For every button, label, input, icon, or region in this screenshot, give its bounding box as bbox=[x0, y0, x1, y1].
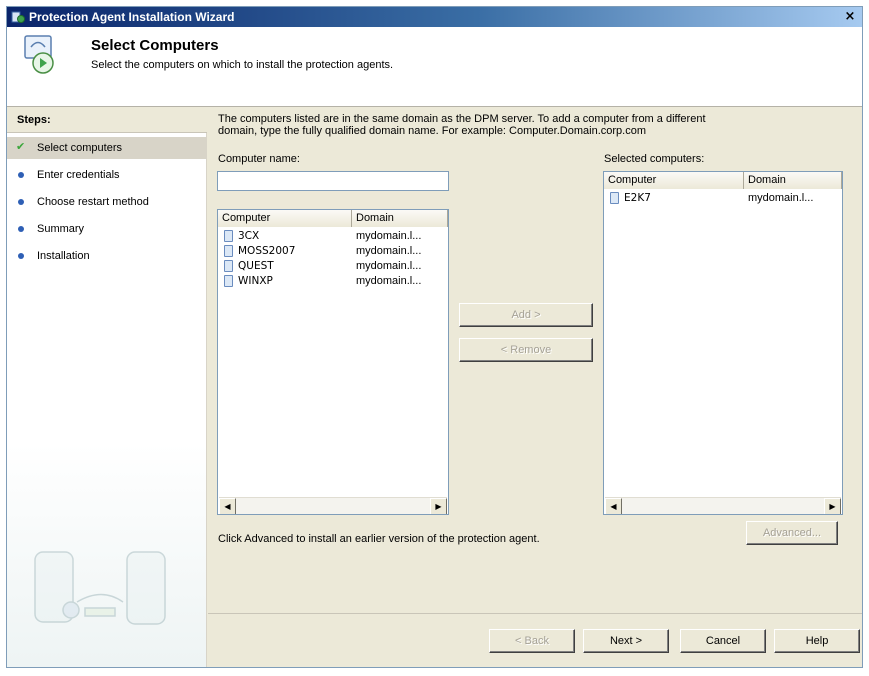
step-choose-restart-method: Choose restart method bbox=[7, 191, 207, 213]
step-enter-credentials: Enter credentials bbox=[7, 164, 207, 186]
step-label: Summary bbox=[37, 223, 85, 235]
advanced-button[interactable]: Advanced... bbox=[746, 521, 838, 545]
computer-name: E2K7 bbox=[624, 192, 651, 204]
list-header: Computer Domain bbox=[604, 172, 842, 189]
step-summary: Summary bbox=[7, 218, 207, 240]
list-item[interactable]: E2K7 mydomain.l... bbox=[604, 191, 842, 206]
computer-name-label: Computer name: bbox=[218, 153, 300, 165]
steps-panel: Steps: ✔ Select computers Enter credenti… bbox=[7, 107, 207, 667]
list-item[interactable]: 3CX mydomain.l... bbox=[218, 229, 448, 244]
wizard-footer: < Back Next > Cancel Help bbox=[208, 613, 862, 667]
step-label: Installation bbox=[37, 250, 90, 262]
computer-icon bbox=[224, 230, 233, 242]
computer-icon bbox=[224, 275, 233, 287]
selected-computers-label: Selected computers: bbox=[604, 153, 705, 165]
computer-name: 3CX bbox=[238, 230, 260, 242]
computer-icon bbox=[224, 245, 233, 257]
list-item[interactable]: MOSS2007 mydomain.l... bbox=[218, 244, 448, 259]
window-title: Protection Agent Installation Wizard bbox=[29, 10, 235, 24]
computer-domain: mydomain.l... bbox=[748, 192, 814, 204]
help-button[interactable]: Help bbox=[774, 629, 860, 653]
computer-name-input[interactable] bbox=[217, 171, 449, 191]
main-content: The computers listed are in the same dom… bbox=[208, 107, 862, 613]
step-label: Select computers bbox=[37, 142, 122, 154]
wizard-header: Select Computers Select the computers on… bbox=[7, 27, 862, 107]
advanced-note: Click Advanced to install an earlier ver… bbox=[218, 533, 540, 545]
cancel-button[interactable]: Cancel bbox=[680, 629, 766, 653]
column-domain[interactable]: Domain bbox=[744, 172, 842, 189]
wizard-window: Protection Agent Installation Wizard × S… bbox=[6, 6, 863, 668]
arrow-left-icon[interactable]: ◀ bbox=[605, 498, 622, 514]
back-button[interactable]: < Back bbox=[489, 629, 575, 653]
close-button[interactable]: × bbox=[842, 9, 858, 24]
info-text: The computers listed are in the same dom… bbox=[218, 113, 848, 137]
check-icon: ✔ bbox=[16, 140, 26, 153]
step-label: Choose restart method bbox=[37, 196, 149, 208]
available-computers-list[interactable]: Computer Domain 3CX mydomain.l... MOSS20… bbox=[217, 209, 449, 515]
computer-name: MOSS2007 bbox=[238, 245, 296, 257]
column-computer[interactable]: Computer bbox=[604, 172, 744, 189]
horizontal-scrollbar[interactable]: ◀ ▶ bbox=[219, 497, 447, 514]
arrow-right-icon[interactable]: ▶ bbox=[430, 498, 447, 514]
bullet-icon bbox=[18, 199, 24, 205]
computer-icon bbox=[610, 192, 619, 204]
computer-icon bbox=[224, 260, 233, 272]
step-label: Enter credentials bbox=[37, 169, 120, 181]
list-item[interactable]: QUEST mydomain.l... bbox=[218, 259, 448, 274]
bullet-icon bbox=[18, 253, 24, 259]
wizard-icon bbox=[11, 11, 25, 23]
column-domain[interactable]: Domain bbox=[352, 210, 448, 227]
computer-domain: mydomain.l... bbox=[356, 275, 422, 287]
bullet-icon bbox=[18, 172, 24, 178]
bullet-icon bbox=[18, 226, 24, 232]
list-header: Computer Domain bbox=[218, 210, 448, 227]
title-bar[interactable]: Protection Agent Installation Wizard × bbox=[7, 7, 862, 27]
selected-computers-list[interactable]: Computer Domain E2K7 mydomain.l... ◀ ▶ bbox=[603, 171, 843, 515]
info-line-2: domain, type the fully qualified domain … bbox=[218, 125, 646, 137]
add-button[interactable]: Add > bbox=[459, 303, 593, 327]
computer-domain: mydomain.l... bbox=[356, 260, 422, 272]
servers-illustration bbox=[34, 551, 166, 625]
remove-button[interactable]: < Remove bbox=[459, 338, 593, 362]
computer-domain: mydomain.l... bbox=[356, 230, 422, 242]
arrow-left-icon[interactable]: ◀ bbox=[219, 498, 236, 514]
computer-name: WINXP bbox=[238, 275, 273, 287]
page-title: Select Computers bbox=[91, 37, 219, 54]
computer-install-icon bbox=[24, 35, 54, 74]
arrow-right-icon[interactable]: ▶ bbox=[824, 498, 841, 514]
computer-domain: mydomain.l... bbox=[356, 245, 422, 257]
step-select-computers: ✔ Select computers bbox=[7, 137, 207, 159]
page-subtitle: Select the computers on which to install… bbox=[91, 59, 394, 71]
steps-heading: Steps: bbox=[7, 107, 207, 133]
info-line-1: The computers listed are in the same dom… bbox=[218, 113, 706, 125]
column-computer[interactable]: Computer bbox=[218, 210, 352, 227]
horizontal-scrollbar[interactable]: ◀ ▶ bbox=[605, 497, 841, 514]
computer-name: QUEST bbox=[238, 260, 274, 272]
list-item[interactable]: WINXP mydomain.l... bbox=[218, 274, 448, 289]
step-installation: Installation bbox=[7, 245, 207, 267]
next-button[interactable]: Next > bbox=[583, 629, 669, 653]
